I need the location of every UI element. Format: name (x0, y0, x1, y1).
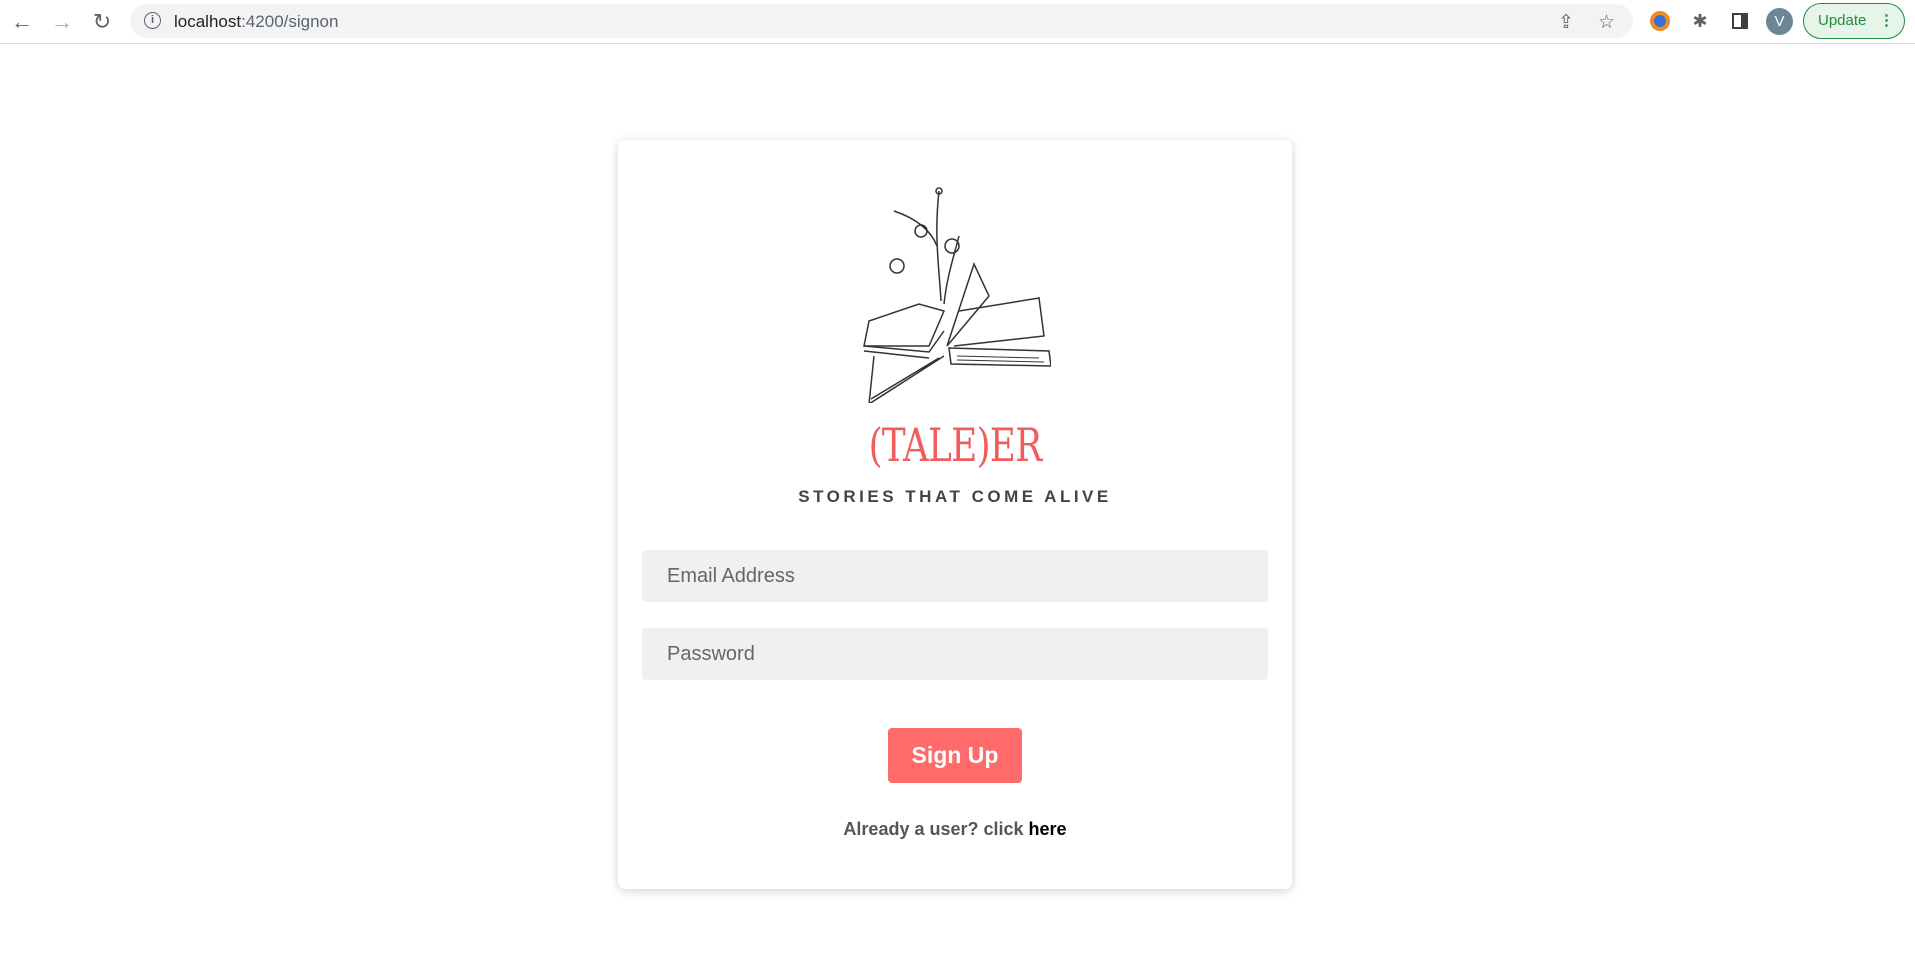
share-icon[interactable]: ⇪ (1558, 11, 1574, 34)
extension-icon[interactable] (1648, 9, 1672, 33)
password-input[interactable] (642, 628, 1268, 680)
url-text: localhost:4200/signon (174, 12, 339, 31)
side-panel-icon[interactable] (1728, 9, 1752, 33)
brand-title: (TALE)ER (868, 418, 1043, 472)
menu-dots-icon[interactable]: ⋮ (1879, 4, 1894, 37)
address-bar[interactable]: i localhost:4200/signon ⇪ ☆ (130, 4, 1633, 38)
login-prompt: Already a user? click here (618, 819, 1292, 840)
info-icon[interactable]: i (144, 12, 161, 29)
email-input[interactable] (642, 550, 1268, 602)
back-icon[interactable]: ← (8, 8, 36, 36)
book-flower-logo (863, 187, 1051, 403)
brand-tagline: STORIES THAT COME ALIVE (798, 487, 1112, 506)
bookmark-star-icon[interactable]: ☆ (1598, 11, 1615, 34)
browser-toolbar: ← → ↻ i localhost:4200/signon ⇪ ☆ ✱ V Up… (0, 0, 1915, 44)
signup-card: (TALE)ER STORIES THAT COME ALIVE Sign Up… (618, 140, 1292, 889)
avatar[interactable]: V (1766, 8, 1793, 35)
update-button[interactable]: Update ⋮ (1803, 3, 1905, 39)
sign-up-button[interactable]: Sign Up (888, 728, 1022, 783)
puzzle-extensions-icon[interactable]: ✱ (1688, 9, 1712, 33)
login-prompt-text: Already a user? click (843, 819, 1029, 839)
login-link[interactable]: here (1029, 819, 1067, 839)
reload-icon[interactable]: ↻ (88, 8, 116, 36)
forward-icon[interactable]: → (48, 8, 76, 36)
